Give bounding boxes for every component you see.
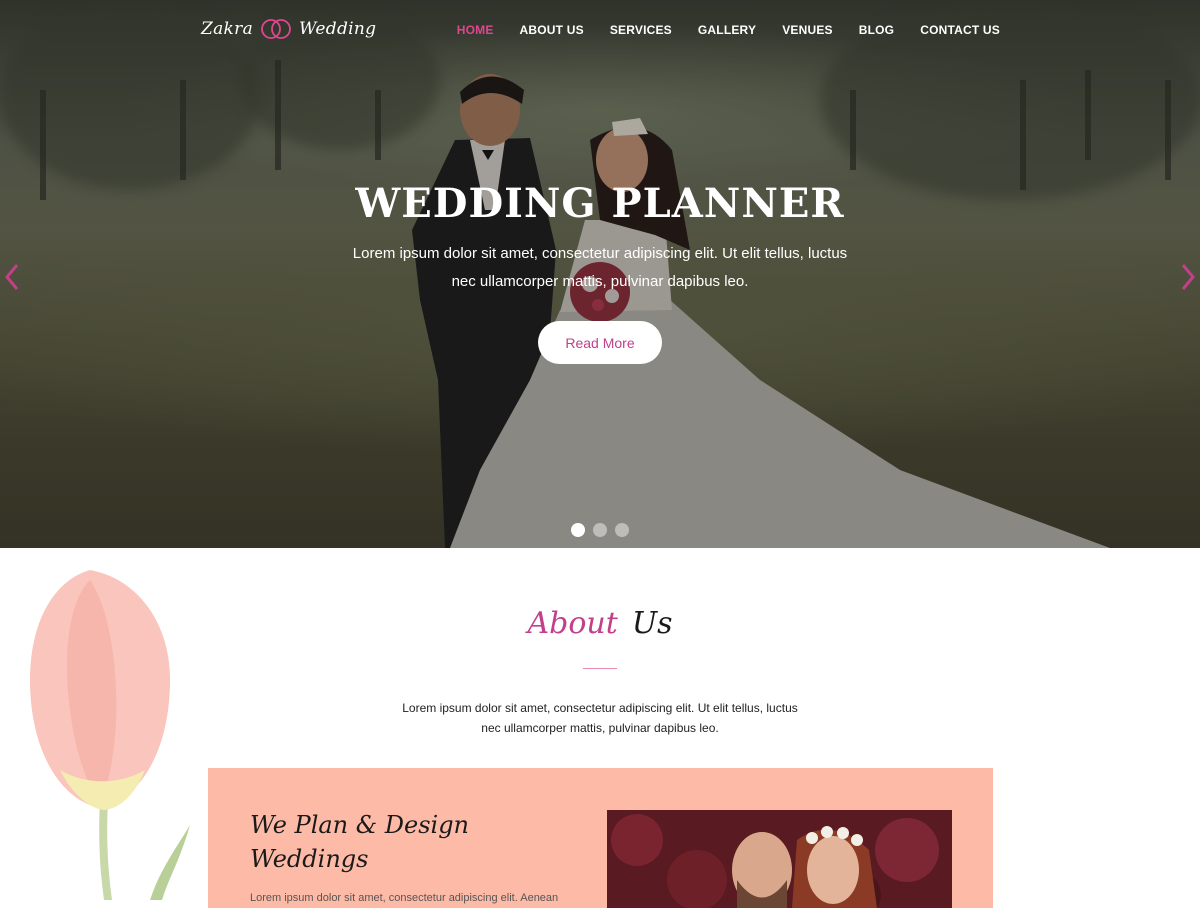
about-heading: About Us	[0, 606, 1200, 641]
about-heading-word-1: About	[527, 606, 618, 641]
site-logo[interactable]: Zakra Wedding	[201, 14, 376, 44]
nav-services[interactable]: SERVICES	[610, 20, 672, 40]
about-divider	[583, 668, 617, 669]
nav-venues[interactable]: VENUES	[782, 20, 833, 40]
rings-icon	[261, 19, 291, 39]
slider-pagination	[571, 523, 629, 537]
logo-word-1: Zakra	[201, 19, 254, 39]
slide-dot-3[interactable]	[615, 523, 629, 537]
chevron-right-icon[interactable]	[1178, 262, 1198, 292]
couple-portrait-photo	[607, 810, 952, 908]
chevron-left-icon[interactable]	[2, 262, 22, 292]
plan-design-panel: We Plan & Design Weddings Lorem ipsum do…	[208, 768, 993, 908]
nav-contact-us[interactable]: CONTACT US	[920, 20, 1000, 40]
nav-blog[interactable]: BLOG	[859, 20, 894, 40]
about-description: Lorem ipsum dolor sit amet, consectetur …	[402, 701, 798, 735]
panel-heading: We Plan & Design Weddings	[250, 811, 470, 873]
main-nav: HOME ABOUT US SERVICES GALLERY VENUES BL…	[431, 20, 1000, 40]
slide-dot-1[interactable]	[571, 523, 585, 537]
nav-gallery[interactable]: GALLERY	[698, 20, 756, 40]
slide-dot-2[interactable]	[593, 523, 607, 537]
site-header: Zakra Wedding HOME ABOUT US SERVICES GAL…	[0, 0, 1200, 60]
read-more-button[interactable]: Read More	[538, 321, 662, 364]
hero-description: Lorem ipsum dolor sit amet, consectetur …	[352, 245, 848, 290]
panel-text: Lorem ipsum dolor sit amet, consectetur …	[250, 892, 559, 904]
hero-title: WEDDING PLANNER	[355, 180, 845, 227]
nav-about-us[interactable]: ABOUT US	[520, 20, 584, 40]
nav-home[interactable]: HOME	[457, 20, 494, 40]
logo-word-2: Wedding	[299, 19, 377, 39]
hero-slider: Zakra Wedding HOME ABOUT US SERVICES GAL…	[0, 0, 1200, 548]
about-heading-word-2: Us	[631, 606, 673, 641]
